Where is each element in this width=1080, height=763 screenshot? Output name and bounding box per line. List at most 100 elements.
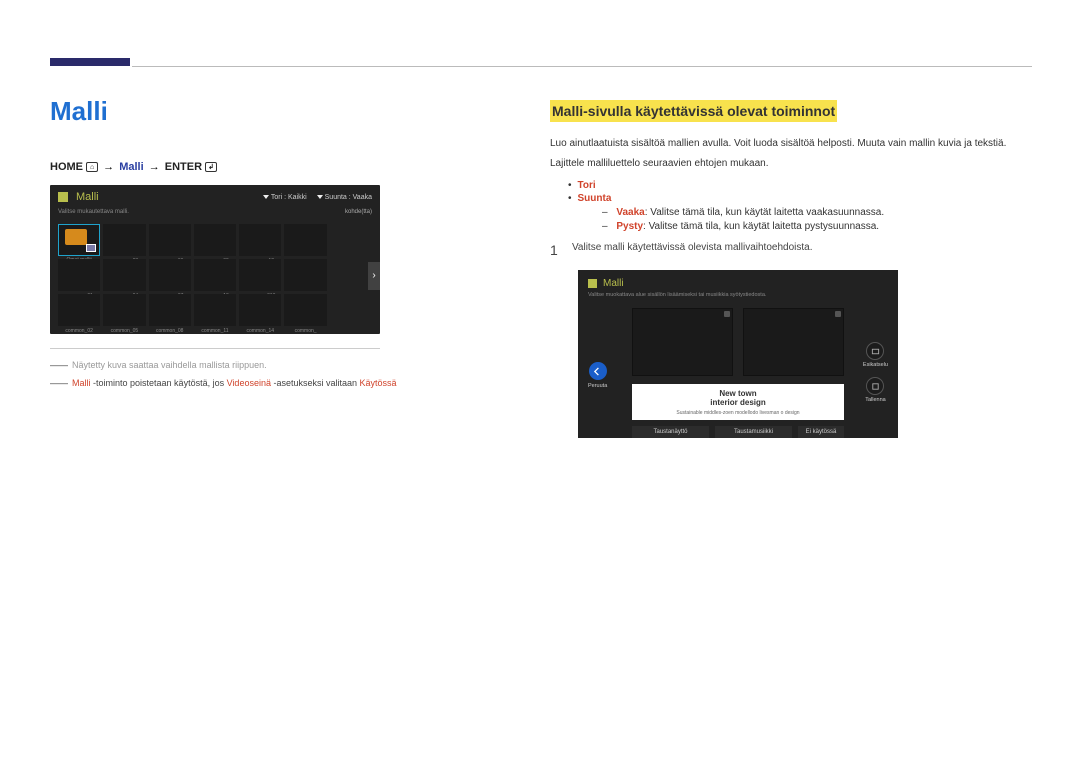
lead: Pysty (616, 221, 643, 232)
footnote-1: ―― Näytetty kuva saattaa vaihdella mallis… (50, 359, 430, 373)
bullet-suunta: • Suunta (568, 193, 1040, 204)
caption-line3: Sustainable middles-zoen modellodo lives… (632, 410, 844, 416)
step-text: Valitse malli käytettävissä olevista mal… (572, 242, 812, 258)
template-tile[interactable]: common_07 (149, 259, 191, 291)
divider (50, 348, 380, 349)
enter-icon: ↲ (205, 162, 217, 172)
hl: Käytössä (360, 378, 397, 388)
tile-caption: common_02 (58, 328, 100, 334)
lead: Vaaka (616, 207, 644, 218)
template-tile[interactable]: common_013 (239, 259, 281, 291)
template-icon (58, 192, 68, 202)
header-accent (50, 58, 130, 66)
bgmusic-button[interactable]: Taustamusiikki (715, 426, 792, 438)
page-title: Malli (50, 96, 430, 127)
chevron-down-icon (263, 195, 269, 199)
txt: -toiminto poistetaan käytöstä, jos (91, 378, 227, 388)
body-p1: Luo ainutlaatuista sisältöä mallien avul… (550, 135, 1040, 152)
template-icon (588, 279, 597, 288)
screenshot-template-editor: Malli Valitse muokattava alue sisällön l… (578, 270, 898, 438)
content-slot-right[interactable] (743, 308, 844, 376)
template-grid: Omat mallit common_03 common_06 common_0… (50, 218, 380, 334)
template-tile[interactable]: common_ (284, 224, 326, 256)
template-tile[interactable]: common_05 (103, 294, 145, 326)
bc-home: HOME (50, 161, 83, 173)
tile-caption: common_08 (149, 328, 191, 334)
template-tile[interactable]: common_08 (149, 294, 191, 326)
desc: : Valitse tämä tila, kun käytät laitetta… (645, 207, 884, 218)
arrow-icon: → (147, 161, 162, 173)
shot2-subtitle: Valitse muokattava alue sisällön lisäämi… (578, 292, 898, 304)
step-1: 1 Valitse malli käytettävissä olevista m… (550, 242, 1040, 258)
template-tile[interactable]: common_10 (194, 259, 236, 291)
dash-icon: ―― (50, 360, 68, 370)
arrow-icon: → (101, 161, 116, 173)
dropdown-orientation[interactable]: Suunta : Vaaka (317, 194, 372, 201)
chevron-down-icon (317, 195, 323, 199)
sub-pysty: – Pysty: Valitse tämä tila, kun käytät l… (602, 221, 1040, 232)
sub-vaaka: – Vaaka: Valitse tämä tila, kun käytät l… (602, 207, 1040, 218)
resize-icon (724, 311, 730, 317)
background-button[interactable]: Taustanäyttö (632, 426, 709, 438)
cancel-button[interactable]: Peruuta (588, 362, 607, 389)
shot1-subtitle: Valitse mukautettava malli. (58, 209, 129, 215)
template-tile[interactable]: common_14 (239, 294, 281, 326)
template-tile[interactable]: common_01 (58, 259, 100, 291)
desc: : Valitse tämä tila, kun käytät laitetta… (643, 221, 879, 232)
disabled-button[interactable]: Ei käytössä (798, 426, 844, 438)
tile-caption: common_14 (239, 328, 281, 334)
header-rule (132, 66, 1032, 67)
bc-enter: ENTER (165, 161, 202, 173)
bc-mid: Malli (119, 161, 143, 173)
breadcrumb: HOME ⌂ → Malli → ENTER ↲ (50, 161, 430, 173)
resize-icon (835, 311, 841, 317)
screenshot-template-grid: Malli Tori : Kaikki Suunta : Vaaka Valit… (50, 185, 380, 334)
template-tile[interactable]: common_06 (149, 224, 191, 256)
shot1-count: kohde(tta) (345, 209, 372, 215)
content-slot-left[interactable] (632, 308, 733, 376)
dropdown-category[interactable]: Tori : Kaikki (263, 194, 307, 201)
template-tile[interactable]: common_04 (103, 259, 145, 291)
template-tile-selected[interactable]: Omat mallit (58, 224, 100, 256)
template-caption: New town interior design Sustainable mid… (632, 384, 844, 420)
bullet-icon: • (568, 193, 572, 204)
template-tile[interactable]: common_12 (239, 224, 281, 256)
template-tile[interactable]: common_03 (103, 224, 145, 256)
hl: Malli (72, 378, 91, 388)
dash-icon: – (602, 207, 608, 218)
step-number: 1 (550, 242, 558, 258)
hl: Videoseinä (227, 378, 271, 388)
folder-icon (65, 229, 87, 245)
dropdown-orientation-label: Suunta : Vaaka (325, 194, 372, 201)
next-page-button[interactable]: › (368, 262, 380, 290)
back-icon (589, 362, 607, 380)
template-tile[interactable]: common_11 (194, 294, 236, 326)
template-tile[interactable]: common_09 (194, 224, 236, 256)
save-button[interactable]: Tallenna (865, 377, 886, 403)
bullet-label: Suunta (578, 193, 612, 204)
dash-icon: – (602, 221, 608, 232)
tile-caption: common_11 (194, 328, 236, 334)
preview-button[interactable]: Esikatselu (863, 342, 888, 368)
txt: -asetukseksi valitaan (271, 378, 360, 388)
template-tile[interactable]: common_ (284, 259, 326, 291)
caption-line2: interior design (632, 398, 844, 407)
bullet-icon: • (568, 180, 572, 191)
section-heading: Malli-sivulla käytettävissä olevat toimi… (550, 100, 837, 122)
bullet-tori: • Tori (568, 180, 1040, 191)
template-tile[interactable]: common_ (284, 294, 326, 326)
home-icon: ⌂ (86, 162, 98, 172)
bullet-label: Tori (578, 180, 596, 191)
body-p2: Lajittele malliluettelo seuraavien ehtoj… (550, 155, 1040, 172)
footnote-2: ―― Malli -toiminto poistetaan käytöstä, j… (50, 377, 430, 391)
save-icon (866, 377, 884, 395)
tile-caption: common_05 (103, 328, 145, 334)
preview-icon (866, 342, 884, 360)
cancel-label: Peruuta (588, 383, 607, 389)
thumb-icon (86, 244, 96, 252)
footnote-1-text: Näytetty kuva saattaa vaihdella mallista… (72, 360, 267, 370)
template-tile[interactable]: common_02 (58, 294, 100, 326)
shot1-title: Malli (76, 191, 99, 203)
dash-icon: ―― (50, 378, 68, 388)
dropdown-category-label: Tori : Kaikki (271, 194, 307, 201)
